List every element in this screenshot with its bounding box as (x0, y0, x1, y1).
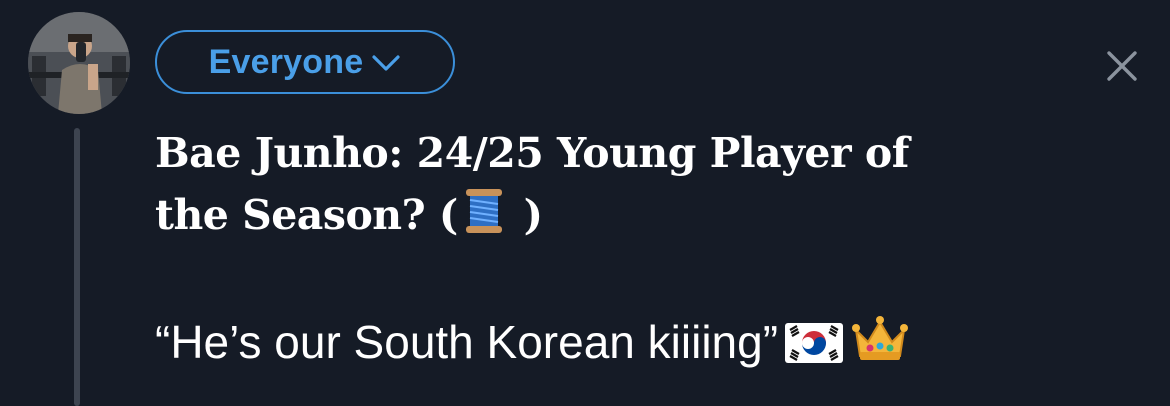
chevron-down-icon (371, 53, 401, 73)
audience-selector-button[interactable]: Everyone (155, 30, 455, 94)
headline-line-2: the Season? ( ) (155, 184, 1055, 254)
thread-line (74, 128, 80, 406)
south-korea-flag-icon (784, 316, 844, 380)
close-icon[interactable] (1102, 46, 1142, 86)
tweet-headline: Bae Junho: 24/25 Young Player of the Sea… (155, 122, 1055, 254)
avatar[interactable] (28, 12, 130, 114)
spool-of-thread-icon (458, 185, 510, 254)
headline-line-2-close: ) (523, 191, 543, 239)
crown-icon (850, 312, 910, 380)
headline-line-1: Bae Junho: 24/25 Young Player of (155, 129, 909, 177)
avatar-photo (28, 12, 130, 114)
headline-line-2-text: the Season? ( (155, 191, 458, 239)
tweet-quote: “He’s our South Korean kiiiing” (155, 310, 910, 380)
compose-tweet-area: Everyone Bae Junho: 24/25 Young Player o… (0, 0, 1170, 406)
audience-label: Everyone (208, 42, 364, 81)
quote-text: “He’s our South Korean kiiiing” (155, 316, 779, 368)
